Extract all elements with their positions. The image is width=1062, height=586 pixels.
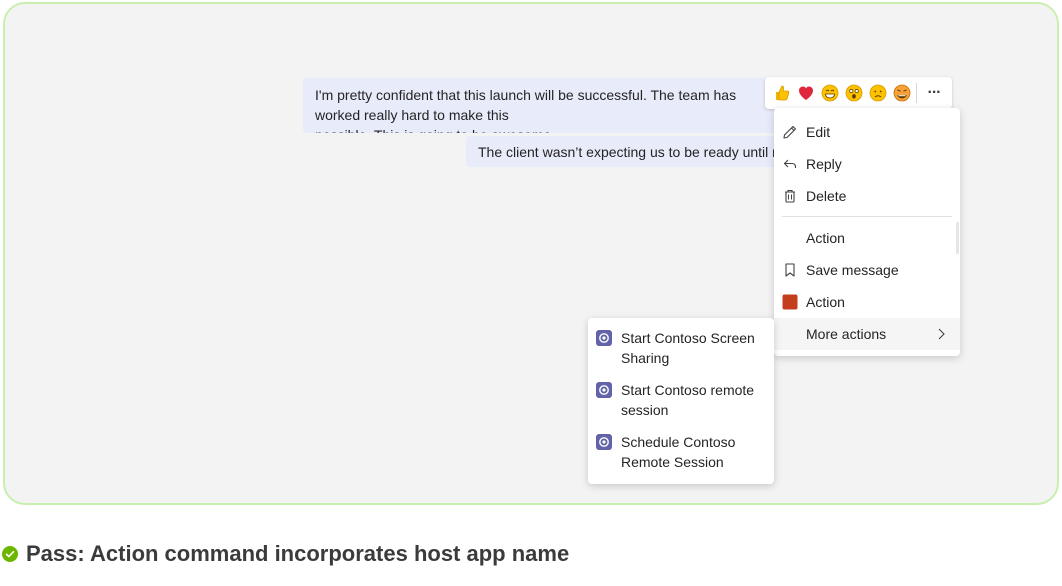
menu-item-label: More actions [806,326,887,342]
contoso-app-icon [596,330,612,346]
menu-item-label: Edit [806,124,831,140]
sad-icon[interactable] [866,81,890,105]
app-square-icon [774,294,806,310]
menu-scrollbar[interactable] [956,222,959,254]
menu-divider [782,216,952,217]
check-circle-icon [2,546,18,562]
thumbs-up-icon[interactable] [770,81,794,105]
submenu-item-start-remote-session[interactable]: Start Contoso remote session [588,378,774,420]
reply-icon [774,156,806,172]
menu-item-label: Save message [806,262,899,278]
laugh-icon[interactable] [818,81,842,105]
submenu-item-label: Schedule Contoso Remote Session [621,434,736,470]
contoso-app-icon [596,382,612,398]
chat-message[interactable]: I'm pretty confident that this launch wi… [303,78,783,133]
menu-item-more-actions[interactable]: More actions [774,318,960,350]
more-options-button[interactable]: ··· [921,81,947,105]
menu-item-save-message[interactable]: Save message [774,254,960,286]
chat-message[interactable]: The client wasn’t expecting us to be rea… [466,136,783,167]
menu-item-edit[interactable]: Edit [774,116,960,148]
surprised-icon[interactable] [842,81,866,105]
more-actions-submenu: Start Contoso Screen Sharing Start Conto… [588,318,774,484]
menu-item-delete[interactable]: Delete [774,180,960,212]
reaction-bar: ··· [765,77,952,109]
message-text: I'm pretty confident that this launch wi… [315,87,737,133]
message-context-menu: Edit Reply Delete Action Save message Ac… [774,108,960,356]
angry-icon[interactable] [890,81,914,105]
reaction-divider [916,83,917,103]
caption-text: Pass: Action command incorporates host a… [26,541,570,566]
menu-item-label: Action [806,294,845,310]
menu-item-label: Reply [806,156,842,172]
submenu-item-label: Start Contoso Screen Sharing [621,330,755,366]
menu-item-label: Delete [806,188,847,204]
submenu-item-start-screen-sharing[interactable]: Start Contoso Screen Sharing [588,326,774,368]
trash-icon [774,188,806,204]
menu-item-action[interactable]: Action [774,222,960,254]
submenu-item-label: Start Contoso remote session [621,382,755,418]
contoso-app-icon [596,434,612,450]
chevron-right-icon [934,326,948,345]
pencil-icon [774,124,806,140]
menu-item-label: Action [806,230,845,246]
bookmark-icon [774,262,806,278]
menu-item-app-action[interactable]: Action [774,286,960,318]
menu-item-reply[interactable]: Reply [774,148,960,180]
submenu-item-schedule-remote-session[interactable]: Schedule Contoso Remote Session [588,430,774,472]
heart-icon[interactable] [794,81,818,105]
pass-caption: Pass: Action command incorporates host a… [2,541,569,567]
message-text: The client wasn’t expecting us to be rea… [478,144,783,160]
